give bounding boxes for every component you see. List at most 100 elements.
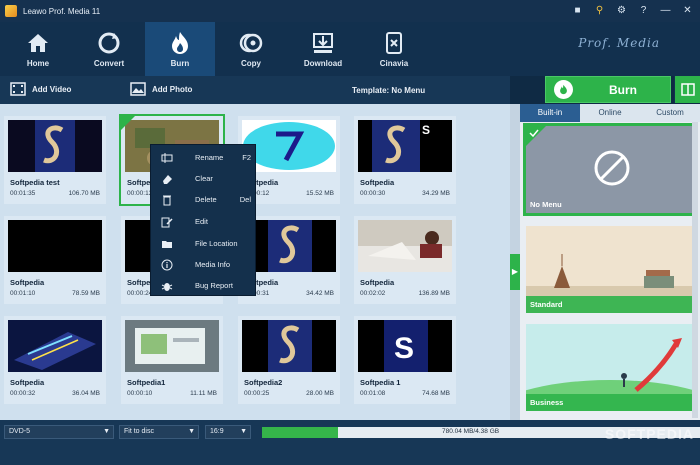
- add-video-button[interactable]: Add Video: [10, 82, 71, 96]
- video-size: 15.52 MB: [306, 190, 334, 197]
- bottom-bar: DVD-5 ▼ Fit to disc ▼ 16:9 ▼ 780.04 MB/4…: [0, 420, 700, 465]
- tab-convert-label: Convert: [93, 59, 125, 68]
- selected-check-icon: [121, 116, 135, 130]
- download-icon: [313, 33, 333, 53]
- menu-item-edit[interactable]: Edit: [151, 211, 257, 232]
- video-name: Softpedia1: [127, 378, 166, 387]
- disc-type-select[interactable]: DVD-5 ▼: [4, 425, 114, 439]
- menu-item-delete[interactable]: Delete Del: [151, 189, 257, 210]
- main-nav: Home Convert Burn Copy Download Cinavia …: [0, 22, 700, 76]
- video-tile[interactable]: Softpedia 00:00:32 36.04 MB: [4, 316, 106, 404]
- fit-select[interactable]: Fit to disc ▼: [119, 425, 199, 439]
- brand-logo: Prof. Media: [578, 36, 660, 50]
- video-duration: 00:01:35: [10, 190, 36, 197]
- tab-online[interactable]: Online: [580, 104, 640, 122]
- template-panel: ▶ Built-in Online Custom No Menu Standar…: [510, 104, 700, 420]
- menu-item-label: Media Info: [195, 260, 231, 269]
- rename-icon: [161, 152, 173, 163]
- video-name: Softpedia test: [10, 178, 60, 187]
- gear-icon[interactable]: ⚙: [615, 4, 628, 17]
- video-duration: 00:00:30: [360, 190, 386, 197]
- tab-cinavia-label: Cinavia: [379, 59, 409, 68]
- close-icon[interactable]: ✕: [681, 4, 694, 17]
- video-thumbnail: [358, 220, 452, 272]
- minimize-icon[interactable]: —: [659, 4, 672, 17]
- tab-home-label: Home: [26, 59, 50, 68]
- film-icon: [10, 82, 26, 96]
- edit-icon: [161, 217, 173, 227]
- tab-custom[interactable]: Custom: [640, 104, 700, 122]
- video-thumbnail: [8, 320, 102, 372]
- template-standard[interactable]: Standard: [526, 226, 695, 313]
- video-thumbnail: [8, 120, 102, 172]
- watermark: SOFTPEDIA: [604, 426, 694, 442]
- video-duration: 00:00:25: [244, 390, 270, 397]
- chevron-down-icon: ▼: [240, 428, 247, 435]
- panel-layout-toggle[interactable]: [674, 76, 700, 103]
- add-photo-button[interactable]: Add Photo: [130, 82, 192, 96]
- menu-item-clear[interactable]: Clear: [151, 168, 257, 189]
- template-no-menu[interactable]: No Menu: [523, 123, 698, 216]
- disc-type-value: DVD-5: [9, 428, 31, 435]
- title-bar: Leawo Prof. Media 11 ■ ⚲ ⚙ ? — ✕: [0, 0, 700, 22]
- template-scrollbar[interactable]: [692, 122, 698, 418]
- bug-icon: [161, 282, 173, 291]
- tab-home[interactable]: Home: [3, 22, 73, 76]
- menu-item-label: File Location: [195, 239, 238, 248]
- template-label: Business: [530, 398, 564, 407]
- info-icon: [161, 259, 173, 270]
- menu-item-label: Bug Report: [195, 281, 233, 290]
- menu-item-label: Rename: [195, 153, 224, 162]
- home-icon: [28, 34, 48, 52]
- tab-convert[interactable]: Convert: [74, 22, 144, 76]
- video-size: 36.04 MB: [72, 390, 100, 397]
- aspect-select[interactable]: 16:9 ▼: [205, 425, 251, 439]
- aspect-value: 16:9: [210, 428, 224, 435]
- menu-item-media-info[interactable]: Media Info: [151, 254, 257, 275]
- burn-button-label: Burn: [609, 82, 637, 97]
- menu-item-rename[interactable]: Rename F2: [151, 147, 257, 168]
- video-name: Softpedia2: [244, 378, 283, 387]
- menu-item-file-location[interactable]: File Location: [151, 233, 257, 254]
- add-photo-label: Add Photo: [152, 84, 193, 94]
- chevron-down-icon: ▼: [188, 428, 195, 435]
- flame-icon: [172, 32, 188, 54]
- video-duration: 00:01:10: [10, 290, 36, 297]
- video-tile[interactable]: Softpedia1 00:00:10 11.11 MB: [121, 316, 223, 404]
- video-name: Softpedia: [10, 278, 45, 287]
- video-tile[interactable]: Softpedia2 00:00:25 28.00 MB: [238, 316, 340, 404]
- disc-usage-text: 780.04 MB/4.38 GB: [442, 428, 500, 435]
- chat-icon[interactable]: ■: [571, 4, 584, 17]
- video-size: 28.00 MB: [306, 390, 334, 397]
- burn-button[interactable]: Burn: [545, 76, 671, 103]
- tab-cinavia[interactable]: Cinavia: [359, 22, 429, 76]
- tab-download[interactable]: Download: [288, 22, 358, 76]
- menu-item-shortcut: F2: [242, 153, 251, 162]
- video-thumbnail: [8, 220, 102, 272]
- add-video-label: Add Video: [32, 84, 72, 94]
- tab-built-in[interactable]: Built-in: [520, 104, 580, 122]
- panel-collapse-strip: ▶: [510, 104, 520, 420]
- video-size: 34.42 MB: [306, 290, 334, 297]
- video-tile[interactable]: Softpedia 00:02:02 136.89 MB: [354, 216, 456, 304]
- video-tile[interactable]: S Softpedia 00:00:30 34.29 MB: [354, 116, 456, 204]
- app-logo-icon: [5, 5, 17, 17]
- video-tile[interactable]: Softpedia test 00:01:35 106.70 MB: [4, 116, 106, 204]
- burn-flame-icon: [554, 80, 573, 99]
- tab-burn[interactable]: Burn: [145, 22, 215, 76]
- template-tabs: Built-in Online Custom: [520, 104, 700, 122]
- convert-icon: [98, 32, 120, 54]
- video-size: 34.29 MB: [422, 190, 450, 197]
- tab-copy[interactable]: Copy: [216, 22, 286, 76]
- video-size: 74.68 MB: [422, 390, 450, 397]
- menu-item-bug-report[interactable]: Bug Report: [151, 275, 257, 296]
- video-tile[interactable]: S Softpedia 1 00:01:08 74.68 MB: [354, 316, 456, 404]
- template-business[interactable]: Business: [526, 324, 695, 411]
- key-icon[interactable]: ⚲: [593, 4, 606, 17]
- help-icon[interactable]: ?: [637, 4, 650, 17]
- collapse-arrow-icon[interactable]: ▶: [510, 254, 520, 290]
- video-thumbnail: S: [358, 320, 452, 372]
- video-tile[interactable]: Softpedia 00:01:10 78.59 MB: [4, 216, 106, 304]
- cinavia-icon: [386, 32, 402, 54]
- video-size: 78.59 MB: [72, 290, 100, 297]
